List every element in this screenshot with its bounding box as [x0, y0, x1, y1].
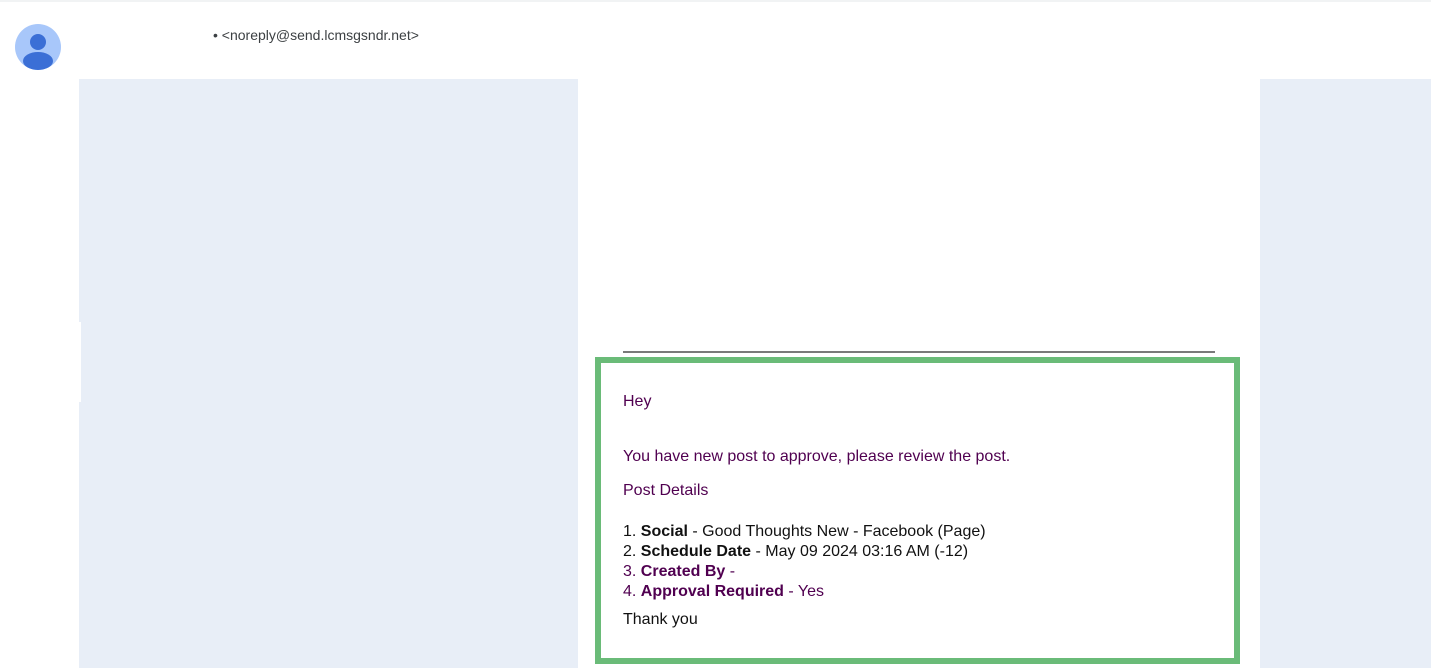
- detail-item-social: 1. Social - Good Thoughts New - Facebook…: [623, 522, 986, 542]
- closing-text: Thank you: [623, 611, 698, 628]
- detail-label: Social: [640, 523, 688, 540]
- sender-avatar-icon[interactable]: [15, 24, 61, 70]
- detail-item-approval-required: 4. Approval Required - Yes: [623, 582, 986, 602]
- detail-label: Created By: [640, 563, 726, 580]
- post-details-list: 1. Social - Good Thoughts New - Facebook…: [623, 522, 986, 602]
- detail-number: 3.: [623, 563, 637, 580]
- highlighted-message-box: Hey You have new post to approve, please…: [595, 357, 1240, 664]
- detail-label: Approval Required: [640, 583, 784, 600]
- detail-number: 1.: [623, 523, 637, 540]
- greeting: Hey: [623, 393, 652, 410]
- right-panel: [1260, 79, 1431, 668]
- detail-value: - Good Thoughts New - Facebook (Page): [687, 523, 986, 540]
- details-heading: Post Details: [623, 482, 709, 499]
- sender-email[interactable]: • <noreply@send.lcmsgsndr.net>: [213, 27, 419, 43]
- left-panel-notch: [79, 322, 81, 402]
- detail-value: - Yes: [783, 583, 824, 600]
- intro-text: You have new post to approve, please rev…: [623, 448, 1011, 465]
- top-border: [0, 0, 1431, 2]
- detail-label: Schedule Date: [640, 543, 752, 560]
- detail-value: -: [725, 563, 736, 580]
- left-panel: [79, 79, 578, 668]
- content-divider: [623, 351, 1215, 353]
- detail-value: - May 09 2024 03:16 AM (-12): [751, 543, 969, 560]
- detail-number: 2.: [623, 543, 637, 560]
- detail-item-schedule-date: 2. Schedule Date - May 09 2024 03:16 AM …: [623, 542, 986, 562]
- detail-number: 4.: [623, 583, 637, 600]
- detail-item-created-by: 3. Created By -: [623, 562, 986, 582]
